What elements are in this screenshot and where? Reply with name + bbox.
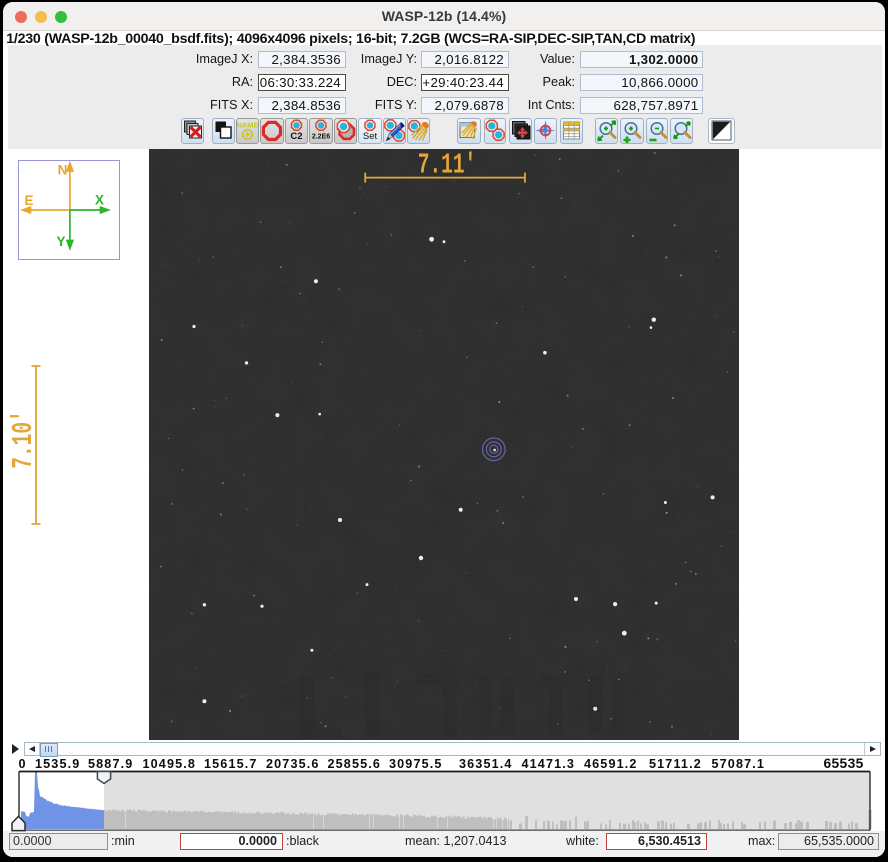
svg-text:7.10': 7.10': [9, 410, 40, 468]
svg-text:X: X: [94, 192, 103, 207]
svg-text:N: N: [57, 162, 67, 177]
svg-text:NAME: NAME: [237, 121, 258, 130]
svg-text:E: E: [24, 193, 33, 208]
svg-text:7.11': 7.11': [418, 150, 476, 181]
svg-text:2.2E6: 2.2E6: [312, 134, 330, 141]
svg-text:Set: Set: [363, 131, 378, 142]
svg-text:Y: Y: [56, 234, 65, 249]
svg-text:C2: C2: [290, 131, 302, 142]
